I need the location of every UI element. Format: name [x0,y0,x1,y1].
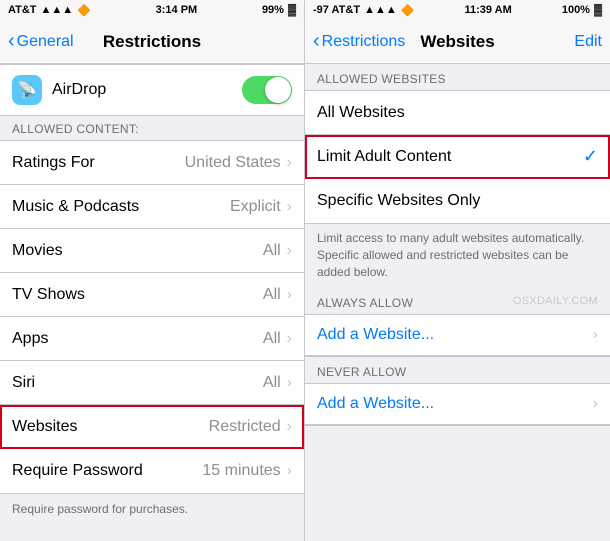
movies-label: Movies [12,242,263,260]
signal-icon: ▲▲▲ [41,4,74,16]
allowed-content-list: Ratings For United States › Music & Podc… [0,140,304,494]
all-websites-option[interactable]: All Websites [305,91,610,135]
require-password-value: 15 minutes [202,462,280,480]
battery-icon: ▓ [288,4,296,16]
left-nav-bar: ‹ General Restrictions [0,20,304,64]
never-allow-add-website[interactable]: Add a Website... › [305,384,610,425]
right-status-bar-right: 100% ▓ [562,4,602,16]
tv-shows-chevron-icon: › [287,286,292,304]
always-allow-header-text: ALWAYS ALLOW [317,296,413,310]
websites-row[interactable]: Websites Restricted › [0,405,304,449]
all-websites-label: All Websites [317,104,598,122]
music-podcasts-row[interactable]: Music & Podcasts Explicit › [0,185,304,229]
toggle-knob [265,77,291,103]
require-password-label: Require Password [12,462,202,480]
right-back-chevron-icon: ‹ [313,30,320,53]
watermark-text: osxdaily.com [513,295,598,307]
music-podcasts-label: Music & Podcasts [12,198,230,216]
websites-label: Websites [12,418,209,436]
airdrop-icon: 📡 [12,75,42,105]
right-status-bar: -97 AT&T ▲▲▲ 🔶 11:39 AM 100% ▓ [305,0,610,20]
right-nav-title: Websites [420,32,494,52]
edit-button[interactable]: Edit [574,33,602,51]
airdrop-toggle[interactable] [242,76,292,104]
never-allow-header: NEVER ALLOW [305,357,610,383]
right-battery-icon: ▓ [594,4,602,16]
movies-chevron-icon: › [287,242,292,260]
right-status-bar-left: -97 AT&T ▲▲▲ 🔶 [313,4,414,17]
allowed-content-header: ALLOWED CONTENT: [0,116,304,140]
never-allow-section: Add a Website... › [305,383,610,426]
always-allow-add-label: Add a Website... [317,326,593,344]
apps-row[interactable]: Apps All › [0,317,304,361]
require-password-chevron-icon: › [287,462,292,480]
never-allow-chevron-icon: › [593,395,598,413]
wifi-icon: 🔶 [77,4,91,17]
music-podcasts-chevron-icon: › [287,198,292,216]
right-battery-text: 100% [562,4,590,16]
always-allow-header: ALWAYS ALLOW osxdaily.com [305,288,610,314]
right-wifi-icon: 🔶 [401,4,415,17]
specific-websites-label: Specific Websites Only [317,192,598,210]
siri-chevron-icon: › [287,374,292,392]
bottom-note: Require password for purchases. [0,494,304,524]
specific-websites-only-option[interactable]: Specific Websites Only [305,179,610,223]
left-nav-title: Restrictions [103,32,201,52]
tv-shows-value: All [263,286,281,304]
left-panel: AT&T ▲▲▲ 🔶 3:14 PM 99% ▓ ‹ General Restr… [0,0,305,541]
back-button[interactable]: ‹ General [8,30,74,53]
movies-row[interactable]: Movies All › [0,229,304,273]
siri-value: All [263,374,281,392]
always-allow-add-website[interactable]: Add a Website... › [305,315,610,356]
airdrop-row[interactable]: 📡 AirDrop [0,64,304,116]
airdrop-label: AirDrop [52,81,232,99]
right-carrier-text: -97 AT&T [313,4,360,16]
always-allow-chevron-icon: › [593,326,598,344]
battery-text: 99% [262,4,284,16]
movies-value: All [263,242,281,260]
right-panel: -97 AT&T ▲▲▲ 🔶 11:39 AM 100% ▓ ‹ Restric… [305,0,610,541]
websites-value: Restricted [209,418,281,436]
apps-chevron-icon: › [287,330,292,348]
limit-adult-content-label: Limit Adult Content [317,148,583,166]
siri-row[interactable]: Siri All › [0,361,304,405]
left-status-bar: AT&T ▲▲▲ 🔶 3:14 PM 99% ▓ [0,0,304,20]
ratings-chevron-icon: › [287,154,292,172]
status-bar-right: 99% ▓ [262,4,296,16]
right-time-display: 11:39 AM [464,4,511,16]
tv-shows-row[interactable]: TV Shows All › [0,273,304,317]
right-signal-icon: ▲▲▲ [364,4,397,16]
back-label: General [17,33,74,51]
websites-chevron-icon: › [287,418,292,436]
limit-adult-content-option[interactable]: Limit Adult Content ✓ [305,135,610,179]
time-display: 3:14 PM [156,4,198,16]
music-podcasts-value: Explicit [230,198,281,216]
ratings-for-row[interactable]: Ratings For United States › [0,141,304,185]
right-nav-bar: ‹ Restrictions Websites Edit [305,20,610,64]
right-back-button[interactable]: ‹ Restrictions [313,30,405,53]
checkmark-icon: ✓ [583,146,598,167]
apps-label: Apps [12,330,263,348]
siri-label: Siri [12,374,263,392]
apps-value: All [263,330,281,348]
tv-shows-label: TV Shows [12,286,263,304]
limit-adult-description: Limit access to many adult websites auto… [305,224,610,288]
status-bar-left: AT&T ▲▲▲ 🔶 [8,4,91,17]
right-back-label: Restrictions [322,33,406,51]
require-password-row[interactable]: Require Password 15 minutes › [0,449,304,493]
allowed-websites-header: ALLOWED WEBSITES [305,64,610,90]
back-chevron-icon: ‹ [8,30,15,53]
ratings-for-value: United States [185,154,281,172]
never-allow-add-label: Add a Website... [317,395,593,413]
website-options-list: All Websites Limit Adult Content ✓ Speci… [305,90,610,224]
carrier-text: AT&T [8,4,37,16]
always-allow-section: Add a Website... › [305,314,610,357]
ratings-for-label: Ratings For [12,154,185,172]
